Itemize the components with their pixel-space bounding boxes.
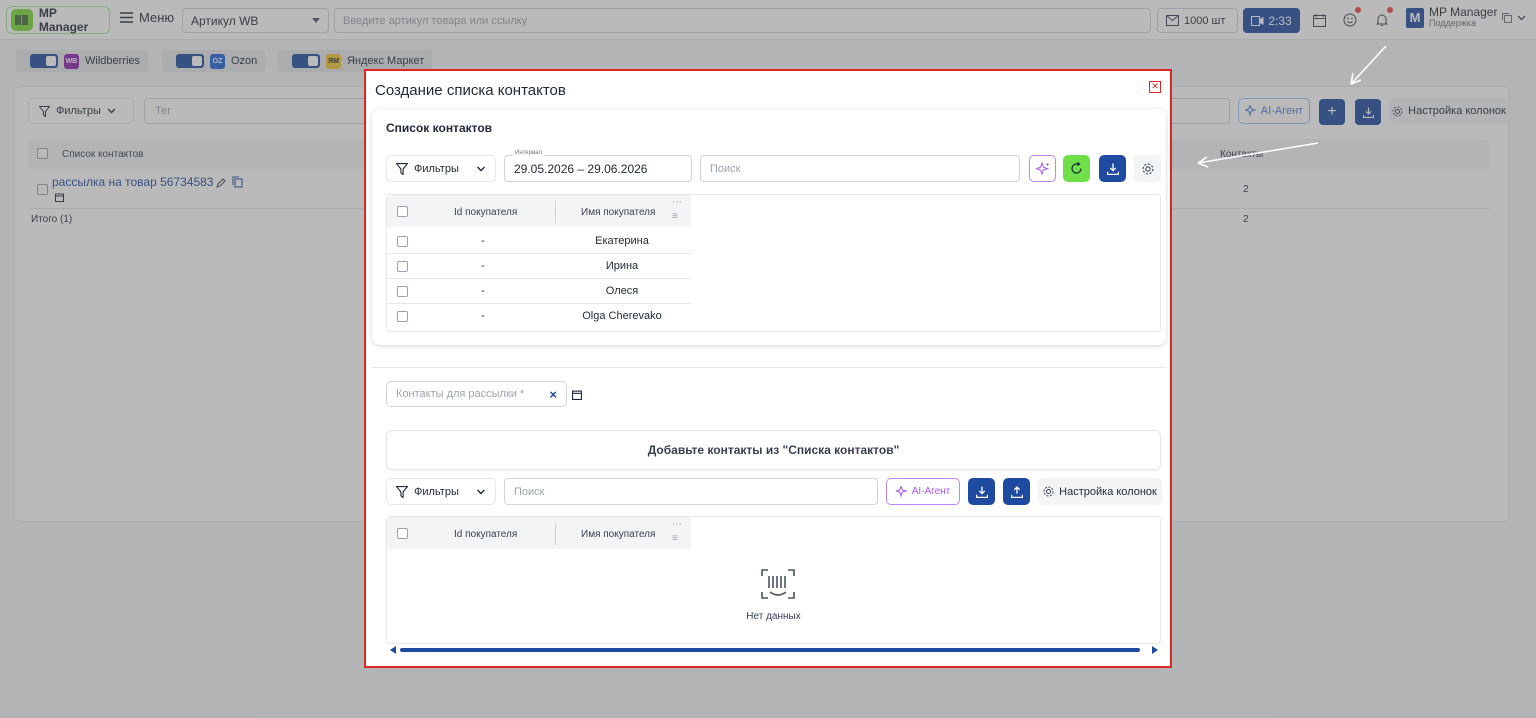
empty-state-text: Нет данных — [746, 611, 801, 622]
scroll-left-icon[interactable] — [390, 646, 396, 654]
gear-icon — [1043, 486, 1054, 497]
calendar-icon[interactable] — [572, 390, 582, 400]
section-title: Список контактов — [386, 121, 493, 135]
buyer-name: Олеся — [605, 285, 639, 297]
buyer-id: - — [481, 260, 485, 272]
row-checkbox[interactable] — [397, 311, 408, 322]
filters-button[interactable]: Фильтры — [386, 478, 496, 505]
column-header-id: Id покупателя — [454, 529, 518, 540]
create-contact-list-modal: Создание списка контактов ✕ Список конта… — [364, 69, 1172, 668]
filter-icon — [396, 162, 408, 175]
column-settings-button[interactable]: Настройка колонок — [1038, 478, 1162, 505]
download-icon — [975, 486, 988, 498]
column-menu-icon[interactable]: ⋯ — [672, 519, 682, 530]
upload-button[interactable] — [1003, 478, 1030, 505]
download-button[interactable] — [1099, 155, 1126, 182]
column-menu-icon[interactable]: ⋯ — [672, 197, 682, 208]
scroll-right-icon[interactable] — [1152, 646, 1158, 654]
empty-selection-hint: Добавьте контакты из "Списка контактов" — [386, 430, 1161, 470]
buyer-id: - — [481, 235, 485, 247]
filters-button[interactable]: Фильтры — [386, 155, 496, 182]
filters-label: Фильтры — [414, 162, 459, 175]
row-checkbox[interactable] — [397, 286, 408, 297]
column-divider — [555, 201, 556, 223]
column-header-name: Имя покупателя — [581, 529, 656, 540]
close-icon[interactable]: ✕ — [1149, 81, 1161, 93]
modal-title: Создание списка контактов — [375, 82, 566, 99]
sparkle-icon — [895, 485, 908, 498]
buyer-name: Ирина — [605, 260, 639, 272]
filters-label: Фильтры — [414, 485, 459, 498]
search-input[interactable]: Поиск — [700, 155, 1020, 182]
upload-icon — [1010, 485, 1023, 498]
ai-agent-button[interactable]: AI-Агент — [886, 478, 960, 505]
mailing-contacts-field[interactable]: Контакты для рассылки * × — [386, 381, 567, 407]
column-divider — [555, 523, 556, 545]
download-button[interactable] — [968, 478, 995, 505]
row-checkbox[interactable] — [397, 236, 408, 247]
clear-icon[interactable]: × — [549, 387, 557, 402]
selected-contacts-section: Контакты для рассылки * × Добавьте конта… — [372, 367, 1166, 665]
chevron-down-icon — [477, 489, 485, 494]
filter-icon — [396, 485, 408, 498]
refresh-button[interactable] — [1063, 155, 1090, 182]
drag-handle-icon[interactable]: ≡ — [672, 211, 678, 222]
column-settings-label: Настройка колонок — [1059, 485, 1157, 498]
horizontal-scrollbar[interactable] — [390, 646, 1160, 654]
buyer-name: Olga Cherevako — [582, 310, 662, 322]
select-all-checkbox[interactable] — [397, 528, 408, 539]
contact-source-section: Список контактов Фильтры Интервал 29.05.… — [372, 109, 1166, 345]
date-range-label: Интервал — [513, 150, 544, 156]
column-header-id: Id покупателя — [454, 207, 518, 218]
gear-icon — [1142, 163, 1153, 174]
table-row[interactable]: - Екатерина — [387, 229, 691, 254]
empty-barcode-icon — [761, 569, 795, 599]
mailing-contacts-placeholder: Контакты для рассылки * — [396, 388, 525, 400]
table-row[interactable]: - Олеся — [387, 279, 691, 304]
chevron-down-icon — [477, 166, 485, 171]
sparkle-icon — [1035, 161, 1049, 176]
refresh-icon — [1071, 162, 1082, 174]
settings-button[interactable] — [1134, 155, 1161, 182]
select-all-checkbox[interactable] — [397, 206, 408, 217]
contacts-table: Id покупателя Имя покупателя ⋯ ≡ - Екате… — [386, 194, 1161, 332]
scrollbar-thumb[interactable] — [400, 648, 1140, 652]
ai-sparkle-button[interactable] — [1029, 155, 1056, 182]
buyer-name: Екатерина — [595, 235, 649, 247]
column-header-name: Имя покупателя — [581, 207, 656, 218]
row-checkbox[interactable] — [397, 261, 408, 272]
buyer-id: - — [481, 285, 485, 297]
download-icon — [1106, 163, 1119, 175]
table-row[interactable]: - Olga Cherevako — [387, 304, 691, 329]
date-range-value: 29.05.2026 – 29.06.2026 — [514, 161, 648, 176]
search-input[interactable]: Поиск — [504, 478, 878, 505]
ai-agent-label: AI-Агент — [911, 486, 951, 497]
date-range-field[interactable]: Интервал 29.05.2026 – 29.06.2026 — [504, 150, 692, 182]
table-row[interactable]: - Ирина — [387, 254, 691, 279]
drag-handle-icon[interactable]: ≡ — [672, 533, 678, 544]
buyer-id: - — [481, 310, 485, 322]
